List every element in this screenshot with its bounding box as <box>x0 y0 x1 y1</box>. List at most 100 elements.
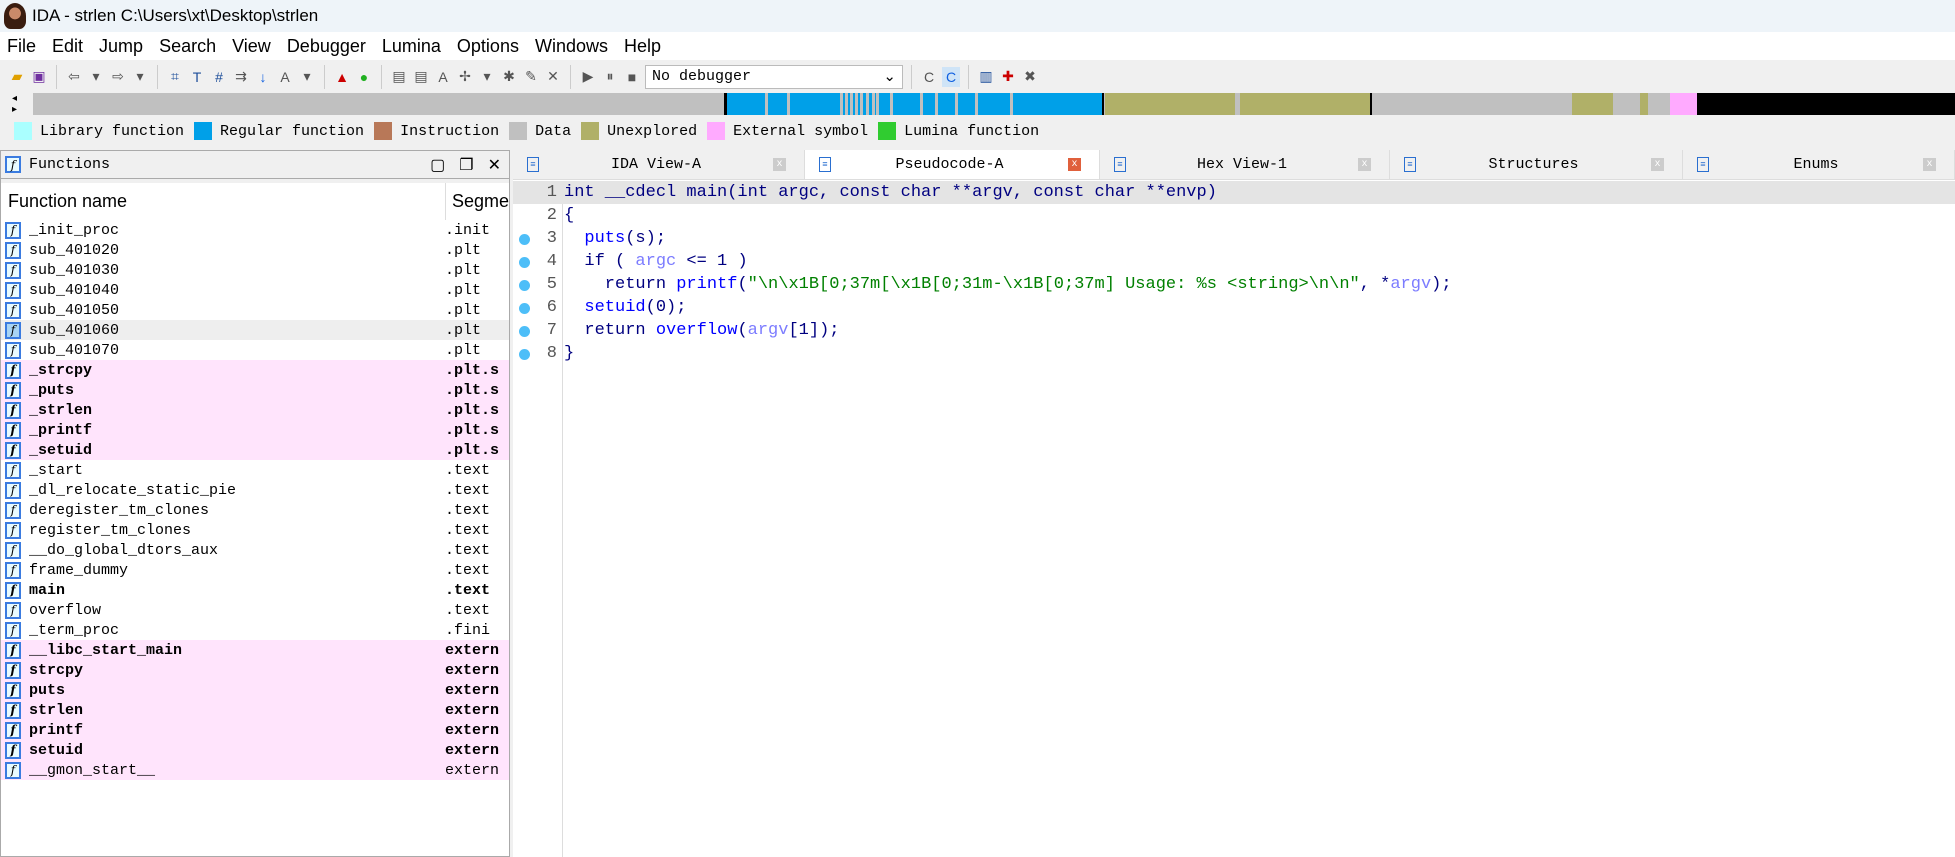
function-row[interactable]: f __gmon_start__ extern <box>1 760 509 780</box>
menu-debugger[interactable]: Debugger <box>287 36 366 57</box>
code-line[interactable]: 7 return overflow(argv[1]); <box>513 319 1955 342</box>
pseudocode-view[interactable]: 1 int __cdecl main(int argc, const char *… <box>513 181 1955 857</box>
tab-close-icon[interactable]: x <box>1651 158 1664 171</box>
tab-enums[interactable]: ≡ Enums x <box>1683 150 1955 179</box>
function-row[interactable]: f register_tm_clones .text <box>1 520 509 540</box>
function-row[interactable]: f printf extern <box>1 720 509 740</box>
tab-ida-view-a[interactable]: ≡ IDA View-A x <box>513 150 805 179</box>
function-row[interactable]: f deregister_tm_clones .text <box>1 500 509 520</box>
tab-close-icon[interactable]: x <box>1358 158 1371 171</box>
stop-icon[interactable]: ■ <box>623 67 641 87</box>
menu-file[interactable]: File <box>7 36 36 57</box>
menu-jump[interactable]: Jump <box>99 36 143 57</box>
function-row[interactable]: f puts extern <box>1 680 509 700</box>
function-row[interactable]: f _strcpy .plt.s <box>1 360 509 380</box>
code-line[interactable]: 3 puts(s); <box>513 227 1955 250</box>
menu-view[interactable]: View <box>232 36 271 57</box>
menu-windows[interactable]: Windows <box>535 36 608 57</box>
function-row[interactable]: f _puts .plt.s <box>1 380 509 400</box>
column-header-function-name[interactable]: Function name <box>1 183 446 220</box>
function-row[interactable]: f __do_global_dtors_aux .text <box>1 540 509 560</box>
function-row[interactable]: f sub_401030 .plt <box>1 260 509 280</box>
function-row[interactable]: f overflow .text <box>1 600 509 620</box>
function-row[interactable]: f _strlen .plt.s <box>1 400 509 420</box>
list-icon[interactable]: ▥ <box>977 67 995 87</box>
navigation-strip[interactable] <box>33 93 1955 115</box>
function-row[interactable]: f _start .text <box>1 460 509 480</box>
undefine-icon[interactable]: ✱ <box>500 67 518 87</box>
function-row[interactable]: f main .text <box>1 580 509 600</box>
breakpoint-dot-icon[interactable] <box>519 257 530 268</box>
tab-close-icon[interactable]: x <box>773 158 786 171</box>
make-array-icon[interactable]: ✢ <box>456 67 474 87</box>
function-row[interactable]: f _dl_relocate_static_pie .text <box>1 480 509 500</box>
forward-dropdown-icon[interactable]: ▾ <box>131 67 149 87</box>
debugger-select[interactable]: No debugger ⌄ <box>645 64 903 89</box>
make-string-icon[interactable]: A <box>434 67 452 87</box>
search-text-icon[interactable]: T <box>188 67 206 87</box>
function-row[interactable]: f sub_401040 .plt <box>1 280 509 300</box>
menu-search[interactable]: Search <box>159 36 216 57</box>
breakpoint-dot-icon[interactable] <box>519 349 530 360</box>
back-dropdown-icon[interactable]: ▾ <box>87 67 105 87</box>
function-row[interactable]: f strcpy extern <box>1 660 509 680</box>
function-row[interactable]: f setuid extern <box>1 740 509 760</box>
tab-close-icon[interactable]: x <box>1068 158 1081 171</box>
function-row[interactable]: f _term_proc .fini <box>1 620 509 640</box>
breakpoint-dot-icon[interactable] <box>519 234 530 245</box>
function-row[interactable]: f sub_401060 .plt <box>1 320 509 340</box>
back-icon[interactable]: ⇦ <box>65 67 83 87</box>
menu-edit[interactable]: Edit <box>52 36 83 57</box>
function-row[interactable]: f sub_401050 .plt <box>1 300 509 320</box>
decompile-icon[interactable]: C <box>920 67 938 87</box>
code-line[interactable]: 8} <box>513 342 1955 365</box>
maximize-icon[interactable]: ▢ <box>430 155 445 175</box>
function-row[interactable]: f strlen extern <box>1 700 509 720</box>
green-circle-icon[interactable]: ● <box>355 67 373 87</box>
pause-icon[interactable]: ⏸ <box>601 67 619 87</box>
delete-icon[interactable]: ✕ <box>544 67 562 87</box>
save-icon[interactable]: ▣ <box>30 67 48 87</box>
breakpoint-dot-icon[interactable] <box>519 326 530 337</box>
tab-close-icon[interactable]: x <box>1923 158 1936 171</box>
code-line[interactable]: 2{ <box>513 204 1955 227</box>
function-row[interactable]: f _setuid .plt.s <box>1 440 509 460</box>
tab-pseudocode-a[interactable]: ≡ Pseudocode-A x <box>805 150 1100 179</box>
open-icon[interactable]: ▰ <box>8 67 26 87</box>
delete-breakpoint-icon[interactable]: ✖ <box>1021 67 1039 87</box>
pseudocode-toggle-icon[interactable]: C <box>942 66 960 87</box>
function-row[interactable]: f __libc_start_main extern <box>1 640 509 660</box>
search-immediate-icon[interactable]: # <box>210 67 228 87</box>
code-line[interactable]: 1 int __cdecl main(int argc, const char *… <box>513 181 1955 204</box>
string-type-icon[interactable]: A <box>276 67 294 87</box>
search-sequence-icon[interactable]: ⌗ <box>166 67 184 87</box>
function-row[interactable]: f sub_401020 .plt <box>1 240 509 260</box>
make-data-icon[interactable]: ▤ <box>412 67 430 87</box>
array-dropdown-icon[interactable]: ▾ <box>478 67 496 87</box>
rename-icon[interactable]: ✎ <box>522 67 540 87</box>
breakpoint-dot-icon[interactable] <box>519 280 530 291</box>
make-code-icon[interactable]: ▤ <box>390 67 408 87</box>
menu-lumina[interactable]: Lumina <box>382 36 441 57</box>
function-row[interactable]: f sub_401070 .plt <box>1 340 509 360</box>
nav-arrows-icon[interactable]: ◂ ▸ <box>12 93 17 115</box>
menu-options[interactable]: Options <box>457 36 519 57</box>
code-line[interactable]: 5 return printf("\n\x1B[0;37m[\x1B[0;31m… <box>513 273 1955 296</box>
search-next-icon[interactable]: ⇉ <box>232 67 250 87</box>
breakpoint-dot-icon[interactable] <box>519 303 530 314</box>
code-line[interactable]: 4 if ( argc <= 1 ) <box>513 250 1955 273</box>
tab-hex-view-1[interactable]: ≡ Hex View-1 x <box>1100 150 1390 179</box>
string-dropdown-icon[interactable]: ▾ <box>298 67 316 87</box>
jump-down-icon[interactable]: ↓ <box>254 67 272 87</box>
column-header-segment[interactable]: Segme <box>446 191 509 212</box>
close-icon[interactable]: ✕ <box>488 155 501 175</box>
run-icon[interactable]: ▶ <box>579 67 597 87</box>
navigation-band[interactable]: ◂ ▸ <box>0 93 1955 117</box>
function-row[interactable]: f frame_dummy .text <box>1 560 509 580</box>
restore-icon[interactable]: ❐ <box>459 155 473 175</box>
graph-icon[interactable]: ▲ <box>333 67 351 87</box>
tab-structures[interactable]: ≡ Structures x <box>1390 150 1683 179</box>
function-row[interactable]: f _printf .plt.s <box>1 420 509 440</box>
add-breakpoint-icon[interactable]: ✚ <box>999 67 1017 87</box>
function-row[interactable]: f _init_proc .init <box>1 220 509 240</box>
